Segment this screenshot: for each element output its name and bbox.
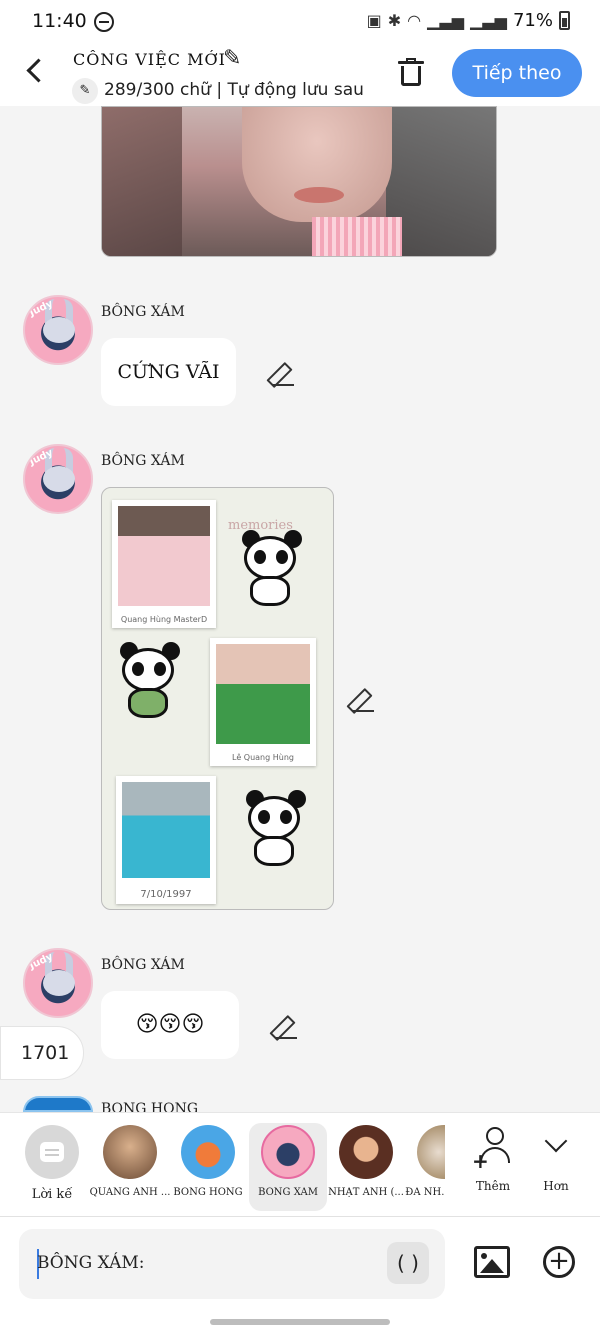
avatar[interactable]: Judy [23, 295, 93, 365]
status-bar: 11:40 ▣ ✱ ◠ ▁▃▅ ▁▃▅ 71% [0, 0, 600, 44]
header: CÔNG VIỆC MỚI ✎ ✎ 289/300 chữ | Tự động … [0, 44, 600, 106]
edit-pencil-icon[interactable] [270, 360, 296, 386]
photo-caption: Lê Quang Hùng [232, 753, 294, 762]
panda-sticker [238, 528, 302, 612]
sender-name: BÔNG XÁM [101, 304, 185, 320]
edit-pencil-icon[interactable] [273, 1013, 299, 1039]
status-icons: ▣ ✱ ◠ ▁▃▅ ▁▃▅ 71% [367, 10, 570, 31]
photo-polaroid: Quang Hùng MasterD [112, 500, 216, 628]
message-image[interactable] [101, 106, 497, 257]
message-bubble[interactable]: CỨNG VÃI [101, 338, 236, 406]
message-input-value: BÔNG XÁM: [37, 1253, 145, 1273]
signal-icon: ▁▃▅ [427, 11, 465, 30]
signal-icon-2: ▁▃▅ [470, 11, 507, 30]
suggestion-icon [25, 1125, 79, 1179]
picker-label: BÔNG XÁM [258, 1187, 318, 1198]
collapse-label[interactable]: Hơn [534, 1179, 578, 1193]
edit-title-icon[interactable]: ✎ [223, 46, 241, 71]
panda-sticker [242, 788, 306, 878]
picker-label: QUANG ANH ... [89, 1187, 171, 1198]
bluetooth-icon: ✱ [387, 11, 402, 30]
page-title: CÔNG VIỆC MỚI [73, 50, 226, 69]
add-character-icon[interactable]: + [472, 1125, 516, 1171]
chevron-down-icon[interactable] [543, 1133, 569, 1159]
back-icon[interactable] [24, 58, 48, 82]
avatar[interactable]: Judy [23, 444, 93, 514]
message-counter: 1701 [0, 1026, 84, 1080]
parentheses-button[interactable]: ( ) [387, 1242, 429, 1284]
photo-polaroid: 7/10/1997 [116, 776, 216, 904]
picker-label: BÔNG HỒNG [173, 1187, 243, 1198]
character-avatar [339, 1125, 393, 1179]
character-avatar [417, 1125, 445, 1179]
composer-bar: BÔNG XÁM: ( ) + [0, 1216, 600, 1333]
avatar[interactable]: Judy [23, 948, 93, 1018]
picker-label: Lời kế [31, 1187, 73, 1202]
avatar[interactable] [23, 1096, 93, 1112]
pencil-icon: ✎ [72, 78, 98, 104]
status-time: 11:40 [32, 10, 87, 32]
photo-caption: Quang Hùng MasterD [120, 615, 208, 624]
character-nhat-anh[interactable]: NHẬT ÁNH (... [327, 1123, 405, 1211]
sender-name: BÔNG XÁM [101, 957, 185, 973]
plus-icon[interactable]: + [543, 1246, 575, 1278]
trash-icon[interactable] [396, 58, 428, 88]
home-indicator[interactable] [210, 1319, 390, 1325]
character-da-nh[interactable]: ĐA NH... [405, 1123, 445, 1211]
image-icon[interactable] [474, 1246, 510, 1278]
sim-icon: ▣ [366, 11, 382, 30]
character-avatar [261, 1125, 315, 1179]
sender-name: BÔNG XÁM [101, 453, 185, 469]
picker-label: ĐA NH... [405, 1187, 445, 1198]
edit-pencil-icon[interactable] [350, 686, 376, 712]
message-bubble[interactable]: 😚😚😚 [101, 991, 239, 1059]
character-bong-xam[interactable]: BÔNG XÁM [249, 1123, 327, 1211]
more-label[interactable]: Thêm [470, 1179, 516, 1193]
wifi-icon: ◠ [407, 11, 422, 30]
character-avatar [103, 1125, 157, 1179]
picker-label: NHẬT ÁNH (... [328, 1187, 404, 1198]
panda-sticker [116, 640, 180, 730]
photo-polaroid: Lê Quang Hùng [210, 638, 316, 766]
character-picker: Lời kế QUANG ANH ... BÔNG HỒNG BÔNG XÁM … [0, 1112, 600, 1216]
sender-name: BÔNG HỒNG [101, 1102, 199, 1112]
message-input[interactable]: BÔNG XÁM: ( ) [19, 1229, 445, 1299]
character-avatar [181, 1125, 235, 1179]
suggestion-button[interactable]: Lời kế [13, 1123, 91, 1211]
next-button[interactable]: Tiếp theo [452, 49, 582, 97]
photo-caption: 7/10/1997 [140, 889, 192, 900]
message-image-collage[interactable]: memories Quang Hùng MasterD Lê Quang Hùn… [101, 487, 334, 910]
battery-icon [559, 11, 570, 30]
character-bong-hong[interactable]: BÔNG HỒNG [169, 1123, 247, 1211]
word-count-status: 289/300 chữ | Tự động lưu sau [104, 80, 364, 100]
character-quang-anh[interactable]: QUANG ANH ... [90, 1123, 170, 1211]
battery-percent: 71% [512, 10, 553, 31]
do-not-disturb-icon [94, 12, 114, 32]
